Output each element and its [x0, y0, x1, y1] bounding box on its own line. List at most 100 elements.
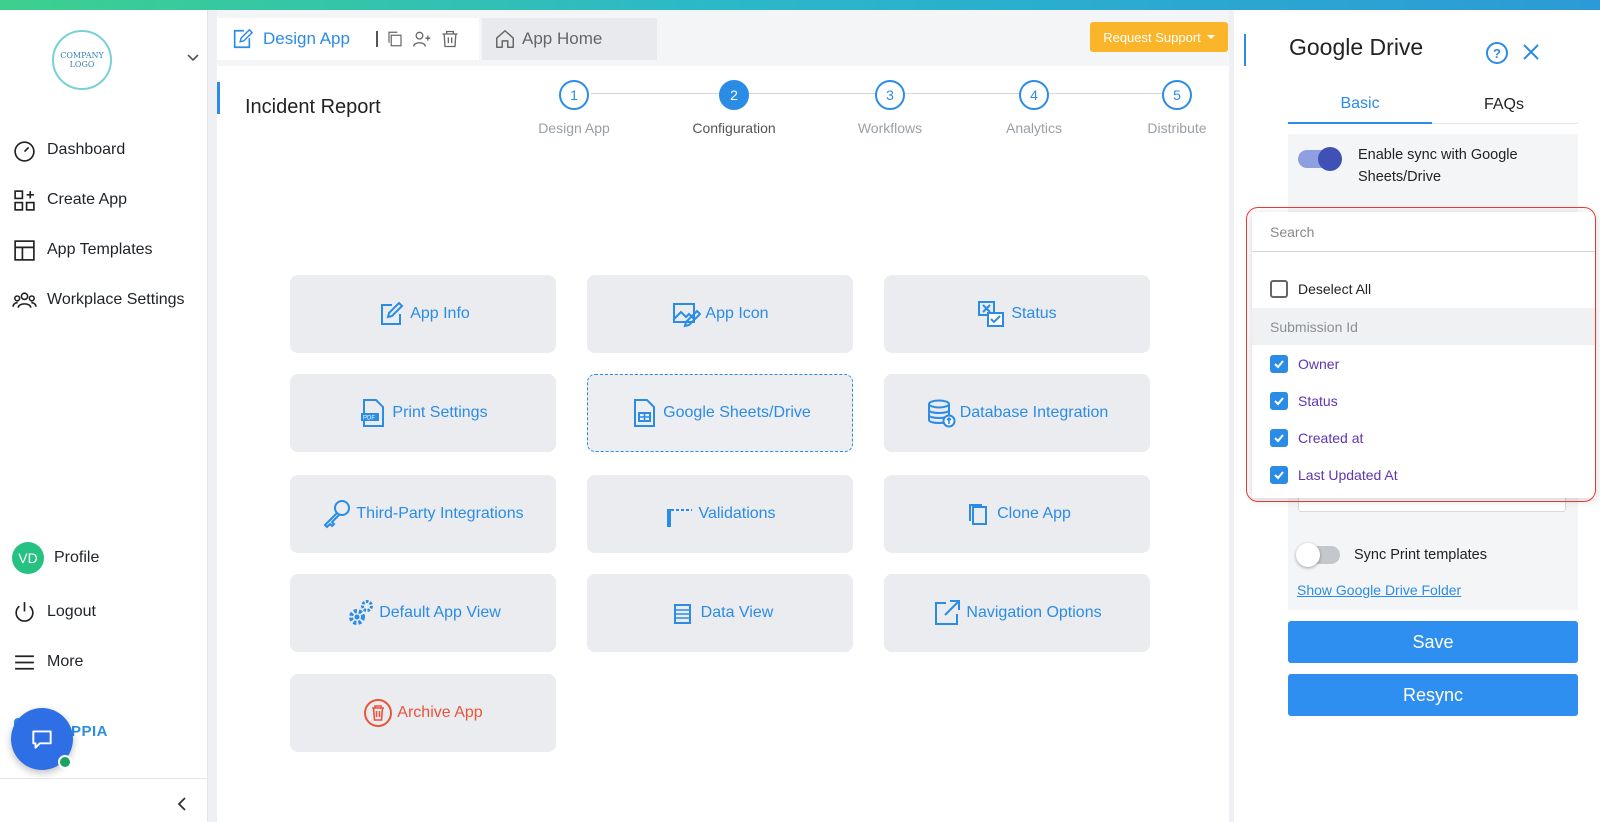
card-database-integration[interactable]: Database Integration: [884, 374, 1150, 452]
sidebar-item-label: App Templates: [47, 241, 153, 258]
title-accent: [217, 82, 220, 114]
card-third-party-integrations[interactable]: Third-Party Integrations: [290, 475, 556, 553]
users-group-icon: [12, 291, 37, 308]
step-label: Design App: [538, 120, 610, 136]
card-archive-app[interactable]: Archive App: [290, 674, 556, 752]
edit-icon: [381, 301, 404, 325]
card-status[interactable]: Status: [884, 275, 1150, 353]
check-icon: [1274, 396, 1284, 405]
chevron-down-icon[interactable]: [186, 50, 200, 64]
step-number: 3: [875, 80, 905, 110]
deselect-all-option[interactable]: Deselect All: [1252, 270, 1596, 307]
trash-icon: [364, 699, 393, 727]
main-content: Design App App Home Request Support Inci…: [217, 10, 1229, 822]
sidebar-item-dashboard[interactable]: Dashboard: [12, 135, 125, 165]
sidebar-item-workplace-settings[interactable]: Workplace Settings: [12, 285, 185, 315]
step-number: 4: [1019, 80, 1049, 110]
card-clone-app[interactable]: Clone App: [884, 475, 1150, 553]
tab-basic[interactable]: Basic: [1288, 86, 1432, 124]
checkbox[interactable]: [1270, 465, 1288, 484]
step-workflows[interactable]: 3 Workflows: [830, 80, 950, 136]
sidebar-item-logout[interactable]: Logout: [12, 597, 96, 627]
tab-design-app-label: Design App: [263, 29, 350, 48]
image-edit-icon: [673, 303, 702, 328]
step-number: 2: [719, 80, 749, 110]
checkbox[interactable]: [1270, 354, 1288, 373]
option-created-at[interactable]: Created at: [1252, 419, 1596, 456]
help-icon[interactable]: ?: [1485, 41, 1509, 65]
card-label: Validations: [698, 505, 776, 522]
card-label: Archive App: [397, 704, 483, 721]
caret-down-icon: [1206, 35, 1215, 39]
sidebar-item-profile[interactable]: VD Profile: [12, 542, 99, 574]
check-icon: [1274, 433, 1284, 442]
checkbox[interactable]: [1270, 391, 1288, 410]
request-support-button[interactable]: Request Support: [1090, 22, 1228, 52]
step-design-app[interactable]: 1 Design App: [514, 80, 634, 136]
step-analytics[interactable]: 4 Analytics: [974, 80, 1094, 136]
step-number: 5: [1162, 80, 1192, 110]
chevron-left-icon[interactable]: [174, 796, 190, 812]
columns-dropdown: Deselect All Submission Id Owner Status …: [1252, 212, 1596, 498]
save-button[interactable]: Save: [1288, 621, 1578, 663]
divider: [0, 778, 208, 779]
dropdown-search-input[interactable]: [1252, 212, 1596, 252]
card-google-sheets-drive[interactable]: Google Sheets/Drive: [587, 374, 853, 452]
sidebar-item-label: Workplace Settings: [47, 291, 185, 308]
card-label: Database Integration: [959, 404, 1109, 421]
card-app-icon[interactable]: App Icon: [587, 275, 853, 353]
sidebar-item-app-templates[interactable]: App Templates: [12, 235, 153, 265]
tab-design-app[interactable]: Design App: [217, 18, 479, 60]
option-last-updated-at[interactable]: Last Updated At: [1252, 456, 1596, 493]
show-drive-folder-link[interactable]: Show Google Drive Folder: [1297, 582, 1461, 598]
card-label: Navigation Options: [966, 604, 1102, 621]
template-icon: [14, 239, 35, 261]
card-default-app-view[interactable]: Default App View: [290, 574, 556, 652]
trash-icon[interactable]: [440, 29, 460, 49]
option-label: Last Updated At: [1298, 466, 1398, 483]
panel-title: Google Drive: [1289, 34, 1424, 60]
tab-app-home[interactable]: App Home: [482, 18, 657, 60]
edit-icon: [233, 28, 253, 49]
resync-button[interactable]: Resync: [1288, 674, 1578, 716]
card-label: App Info: [410, 305, 470, 322]
card-navigation-options[interactable]: Navigation Options: [884, 574, 1150, 652]
card-data-view[interactable]: Data View: [587, 574, 853, 652]
key-icon: [323, 500, 351, 529]
company-logo[interactable]: COMPANY LOGO: [52, 30, 112, 90]
card-app-info[interactable]: App Info: [290, 275, 556, 353]
option-status[interactable]: Status: [1252, 382, 1596, 419]
sidebar-item-more[interactable]: More: [12, 647, 83, 677]
option-label: Status: [1298, 392, 1338, 409]
sidebar-item-create-app[interactable]: Create App: [12, 185, 127, 215]
card-print-settings[interactable]: PDF Print Settings: [290, 374, 556, 452]
check-icon: [1274, 470, 1284, 479]
step-distribute[interactable]: 5 Distribute: [1117, 80, 1237, 136]
print-templates-toggle[interactable]: [1296, 543, 1340, 567]
copy-icon[interactable]: [386, 30, 404, 48]
tab-faqs[interactable]: FAQs: [1432, 86, 1576, 124]
step-configuration[interactable]: 2 Configuration: [674, 80, 794, 136]
card-label: Data View: [700, 604, 774, 621]
option-label: Deselect All: [1298, 280, 1372, 297]
checkbox[interactable]: [1270, 428, 1288, 447]
panel-tabs: Basic FAQs: [1288, 86, 1578, 124]
tab-tools: [375, 29, 460, 49]
tab-app-home-label: App Home: [522, 29, 603, 48]
card-validations[interactable]: Validations: [587, 475, 853, 553]
toggle-knob: [1296, 543, 1320, 567]
request-support-label: Request Support: [1103, 29, 1201, 45]
step-label: Configuration: [692, 120, 776, 136]
checkbox[interactable]: [1270, 279, 1288, 298]
option-owner[interactable]: Owner: [1252, 345, 1596, 382]
add-user-icon[interactable]: [412, 29, 432, 49]
card-label: Google Sheets/Drive: [663, 404, 811, 421]
option-label: Created at: [1298, 429, 1364, 446]
sync-toggle[interactable]: [1298, 147, 1342, 171]
avatar: VD: [12, 542, 44, 574]
top-accent-stripe: [0, 0, 1600, 10]
close-icon[interactable]: [1522, 43, 1540, 61]
add-grid-icon: [14, 189, 35, 211]
menu-icon: [15, 654, 34, 670]
card-label: Print Settings: [392, 404, 488, 421]
